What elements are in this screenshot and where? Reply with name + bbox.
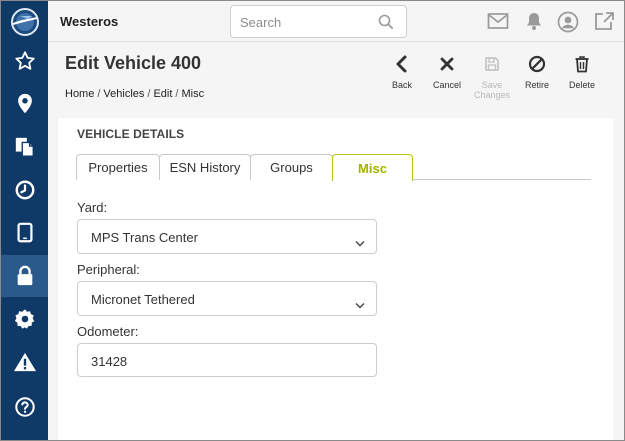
- trash-icon: [558, 52, 606, 76]
- tab-groups[interactable]: Groups: [250, 154, 333, 180]
- tablet-icon: [16, 222, 34, 244]
- sidebar-item-favorites[interactable]: [1, 40, 48, 82]
- odometer-value: 31428: [91, 354, 128, 369]
- star-icon: [14, 50, 36, 72]
- yard-select[interactable]: MPS Trans Center: [77, 219, 377, 254]
- page-title: Edit Vehicle 400: [65, 53, 202, 73]
- sidebar-item-history[interactable]: [1, 169, 48, 211]
- delete-label: Delete: [568, 80, 595, 90]
- sidebar-item-settings[interactable]: [1, 298, 48, 340]
- chevron-down-icon: [355, 296, 365, 314]
- tab-esn-history[interactable]: ESN History: [159, 154, 251, 180]
- search-icon[interactable]: [378, 14, 394, 35]
- peripheral-value: Micronet Tethered: [91, 292, 195, 307]
- sidebar-item-devices[interactable]: [1, 212, 48, 254]
- help-icon: [14, 396, 36, 418]
- logo-icon[interactable]: [1, 1, 48, 43]
- bell-icon[interactable]: [524, 11, 544, 36]
- yard-label: Yard:: [77, 200, 108, 215]
- cancel-button[interactable]: Cancel: [423, 52, 471, 102]
- chevron-down-icon: [355, 234, 365, 252]
- page-header: Edit Vehicle 400 Home / Vehicles / Edit / Misc…: [48, 42, 624, 118]
- ban-icon: [513, 52, 561, 76]
- save-changes-button[interactable]: Save Changes: [468, 52, 516, 102]
- search-box[interactable]: [230, 5, 407, 38]
- clock-icon: [14, 179, 36, 201]
- tab-misc[interactable]: Misc: [332, 154, 413, 181]
- breadcrumb-misc: Misc: [181, 88, 205, 100]
- chevron-left-icon: [378, 52, 426, 76]
- breadcrumb-home[interactable]: Home: [65, 88, 94, 100]
- map-pin-icon: [15, 93, 35, 115]
- sidebar-item-alerts[interactable]: [1, 341, 48, 383]
- external-link-icon[interactable]: [593, 11, 615, 36]
- peripheral-select[interactable]: Micronet Tethered: [77, 281, 377, 316]
- save-icon: [468, 52, 516, 76]
- sidebar: [1, 1, 48, 440]
- breadcrumb-edit[interactable]: Edit: [153, 88, 172, 100]
- lock-icon: [15, 265, 35, 287]
- odometer-input[interactable]: 31428: [77, 343, 377, 377]
- app-name: Westeros: [60, 14, 119, 29]
- sidebar-item-locations[interactable]: [1, 83, 48, 125]
- app-window: Westeros Edit Vehicle 400 Home/Vehicles/…: [0, 0, 625, 441]
- sidebar-item-security[interactable]: [1, 255, 48, 297]
- search-input[interactable]: [240, 13, 370, 31]
- breadcrumb-vehicles[interactable]: Vehicles: [103, 88, 144, 100]
- mail-icon[interactable]: [487, 11, 509, 36]
- section-title: VEHICLE DETAILS: [77, 127, 185, 141]
- warning-icon: [13, 351, 37, 373]
- delete-button[interactable]: Delete: [558, 52, 606, 102]
- back-button[interactable]: Back: [378, 52, 426, 102]
- close-icon: [423, 52, 471, 76]
- gear-icon: [14, 308, 36, 330]
- top-bar: Westeros: [48, 1, 624, 42]
- documents-icon: [14, 136, 36, 158]
- vehicle-details-card: VEHICLE DETAILS Properties ESN History G…: [58, 118, 613, 440]
- breadcrumb: Home / Vehicles / Edit / Misc: [65, 88, 205, 100]
- odometer-label: Odometer:: [77, 324, 139, 339]
- tab-properties[interactable]: Properties: [76, 154, 160, 180]
- save-changes-label: Save Changes: [474, 80, 511, 100]
- sidebar-item-help[interactable]: [1, 386, 48, 428]
- retire-label: Retire: [524, 80, 549, 90]
- retire-button[interactable]: Retire: [513, 52, 561, 102]
- peripheral-label: Peripheral:: [77, 262, 140, 277]
- user-icon[interactable]: [557, 11, 579, 38]
- yard-value: MPS Trans Center: [91, 230, 198, 245]
- sidebar-item-documents[interactable]: [1, 126, 48, 168]
- cancel-label: Cancel: [432, 80, 461, 90]
- back-label: Back: [391, 80, 412, 90]
